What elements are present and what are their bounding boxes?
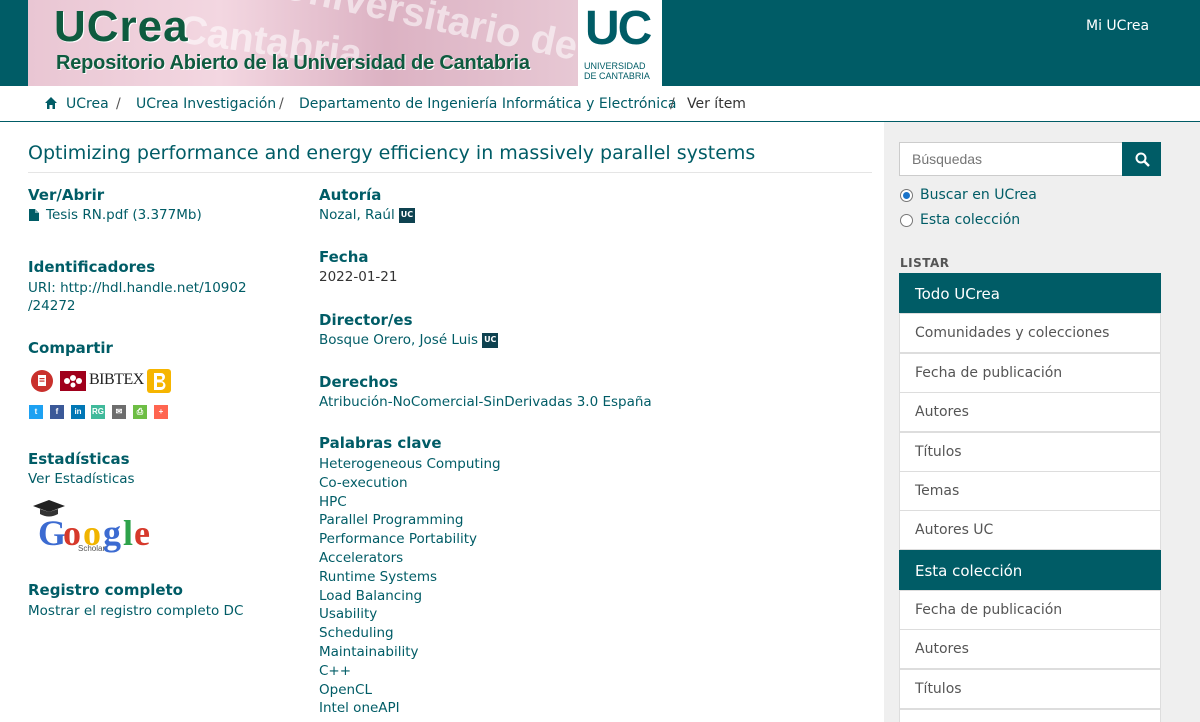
breadcrumb-separator: / <box>670 96 675 112</box>
logo-subtitle: Repositorio Abierto de la Universidad de… <box>56 52 530 74</box>
handle-uri-link-cont[interactable]: /24272 <box>28 298 76 314</box>
uc-university-logo[interactable]: UC UNIVERSIDAD DE CANTABRIA <box>578 0 662 86</box>
file-download-link[interactable]: Tesis RN.pdf (3.377Mb) <box>46 207 202 223</box>
breadcrumb-link-departamento[interactable]: Departamento de Ingeniería Informática y… <box>299 96 676 112</box>
keyword-link[interactable]: Scheduling <box>319 625 394 641</box>
scholar-caption: Scholar <box>78 544 106 553</box>
researchgate-icon[interactable]: RG <box>91 405 105 419</box>
search-icon <box>1135 152 1150 167</box>
twitter-icon[interactable]: t <box>29 405 43 419</box>
uc-director-badge: UC <box>482 332 499 348</box>
author-name[interactable]: Nozal, Raúl <box>319 207 395 223</box>
browse-item-autores[interactable]: Autores <box>899 392 1161 432</box>
listar-heading: LISTAR <box>900 256 950 270</box>
collection-item-fecha[interactable]: Fecha de publicación <box>899 590 1161 630</box>
browse-item-temas[interactable]: Temas <box>899 471 1161 511</box>
keyword-link[interactable]: Performance Portability <box>319 531 477 547</box>
keyword-link[interactable]: Load Balancing <box>319 588 422 604</box>
title-divider <box>28 172 872 173</box>
keyword-link[interactable]: Runtime Systems <box>319 569 437 585</box>
browse-header-esta-coleccion[interactable]: Esta colección <box>899 550 1161 590</box>
logo-title: UCrea <box>54 2 189 51</box>
print-icon[interactable]: ⎙ <box>133 405 147 419</box>
browse-item-autores-uc[interactable]: Autores UC <box>899 510 1161 550</box>
derechos-heading: Derechos <box>319 373 398 391</box>
ver-estadisticas-link[interactable]: Ver Estadísticas <box>28 471 135 487</box>
keyword-link[interactable]: Heterogeneous Computing <box>319 456 501 472</box>
breadcrumb-separator: / <box>116 96 121 112</box>
radio-buscar-ucrea[interactable] <box>900 189 913 202</box>
radio-esta-coleccion-label[interactable]: Esta colección <box>920 212 1020 228</box>
ver-abrir-heading: Ver/Abrir <box>28 186 105 204</box>
fecha-heading: Fecha <box>319 248 369 266</box>
scholar-letter: e <box>134 513 150 553</box>
keyword-link[interactable]: Parallel Programming <box>319 512 463 528</box>
bibtex-export-icon[interactable]: BIBTEX <box>89 371 144 389</box>
breadcrumb-current: Ver ítem <box>687 96 746 112</box>
identificadores-heading: Identificadores <box>28 258 156 276</box>
radio-esta-coleccion[interactable] <box>900 214 913 227</box>
search-button[interactable] <box>1122 142 1161 176</box>
facebook-icon[interactable]: f <box>50 405 64 419</box>
google-scholar-logo[interactable]: G o o g l e Scholar <box>32 500 167 560</box>
mi-ucrea-link[interactable]: Mi UCrea <box>1086 18 1149 34</box>
collection-item-autores[interactable]: Autores <box>899 629 1161 669</box>
scholar-letter: g <box>103 513 121 553</box>
pdf-export-icon[interactable] <box>30 369 54 393</box>
keyword-link[interactable]: C++ <box>319 663 351 679</box>
keyword-link[interactable]: Co-execution <box>319 475 408 491</box>
fecha-value: 2022-01-21 <box>319 269 398 285</box>
email-icon[interactable]: ✉ <box>112 405 126 419</box>
registro-completo-heading: Registro completo <box>28 581 183 599</box>
home-icon[interactable] <box>44 96 58 110</box>
autoria-heading: Autoría <box>319 186 382 204</box>
linkedin-icon[interactable]: in <box>71 405 85 419</box>
radio-buscar-ucrea-label[interactable]: Buscar en UCrea <box>920 187 1037 203</box>
keyword-link[interactable]: HPC <box>319 494 347 510</box>
registro-completo-link[interactable]: Mostrar el registro completo DC <box>28 603 243 619</box>
director-heading: Director/es <box>319 311 413 329</box>
breadcrumb-link-investigacion[interactable]: UCrea Investigación <box>136 96 276 112</box>
file-icon <box>29 209 39 221</box>
palabras-clave-heading: Palabras clave <box>319 434 442 452</box>
keyword-link[interactable]: Usability <box>319 606 377 622</box>
director-name[interactable]: Bosque Orero, José Luis <box>319 332 478 348</box>
collection-item-more[interactable] <box>899 709 1161 722</box>
page-title: Optimizing performance and energy effici… <box>28 142 756 164</box>
bibsonomy-icon[interactable] <box>147 369 171 393</box>
keyword-link[interactable]: Accelerators <box>319 550 403 566</box>
keyword-link[interactable]: OpenCL <box>319 682 372 698</box>
search-input[interactable] <box>899 142 1123 176</box>
browse-item-comunidades[interactable]: Comunidades y colecciones <box>899 313 1161 353</box>
uc-author-badge: UC <box>398 207 416 223</box>
ucrea-banner-logo[interactable]: Universitario de Cantabria UCrea Reposit… <box>28 0 578 86</box>
scholar-letter: l <box>123 513 134 553</box>
license-link[interactable]: Atribución-NoComercial-SinDerivadas 3.0 … <box>319 394 652 410</box>
browse-item-fecha[interactable]: Fecha de publicación <box>899 353 1161 393</box>
browse-item-titulos[interactable]: Títulos <box>899 432 1161 472</box>
collection-item-titulos[interactable]: Títulos <box>899 669 1161 709</box>
uc-logo-line2: DE CANTABRIA <box>584 71 650 81</box>
more-share-icon[interactable]: + <box>154 405 168 419</box>
uc-logo-mark: UC <box>585 2 652 55</box>
handle-uri-link[interactable]: URI: http://hdl.handle.net/10902 <box>28 280 247 296</box>
mendeley-icon[interactable] <box>60 369 86 393</box>
keyword-link[interactable]: Maintainability <box>319 644 418 660</box>
browse-header-todo-ucrea[interactable]: Todo UCrea <box>899 273 1161 313</box>
uc-logo-line1: UNIVERSIDAD <box>584 61 646 71</box>
breadcrumb-separator: / <box>279 96 284 112</box>
keyword-link[interactable]: Intel oneAPI <box>319 700 400 716</box>
breadcrumb-link-ucrea[interactable]: UCrea <box>66 96 109 112</box>
estadisticas-heading: Estadísticas <box>28 450 130 468</box>
compartir-heading: Compartir <box>28 339 113 357</box>
scholar-letter: G <box>38 513 67 553</box>
breadcrumb: UCrea / UCrea Investigación / Departamen… <box>0 86 1200 122</box>
director-link[interactable]: Bosque Orero, José Luis UC <box>319 332 499 348</box>
author-link[interactable]: Nozal, Raúl UC <box>319 207 416 223</box>
